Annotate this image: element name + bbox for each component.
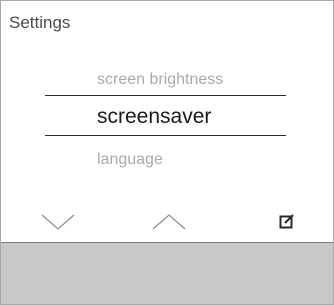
menu-item-language[interactable]: language [97,151,163,169]
menu-item-screensaver-selected[interactable]: screensaver [97,105,211,129]
settings-screen: Settings screen brightness screensaver l… [1,1,333,242]
scroll-up-button[interactable] [149,209,189,235]
scroll-down-button[interactable] [38,209,78,235]
chevron-up-icon [152,214,186,230]
chevron-down-icon [41,214,75,230]
menu-item-screen-brightness[interactable]: screen brightness [97,71,223,89]
edit-icon [279,214,294,229]
device-display: Settings screen brightness screensaver l… [0,0,334,305]
bottom-panel [1,243,333,304]
selection-line-bottom [45,135,286,136]
selection-line-top [45,95,286,96]
screen-title: Settings [9,13,71,32]
edit-button[interactable] [267,209,307,235]
